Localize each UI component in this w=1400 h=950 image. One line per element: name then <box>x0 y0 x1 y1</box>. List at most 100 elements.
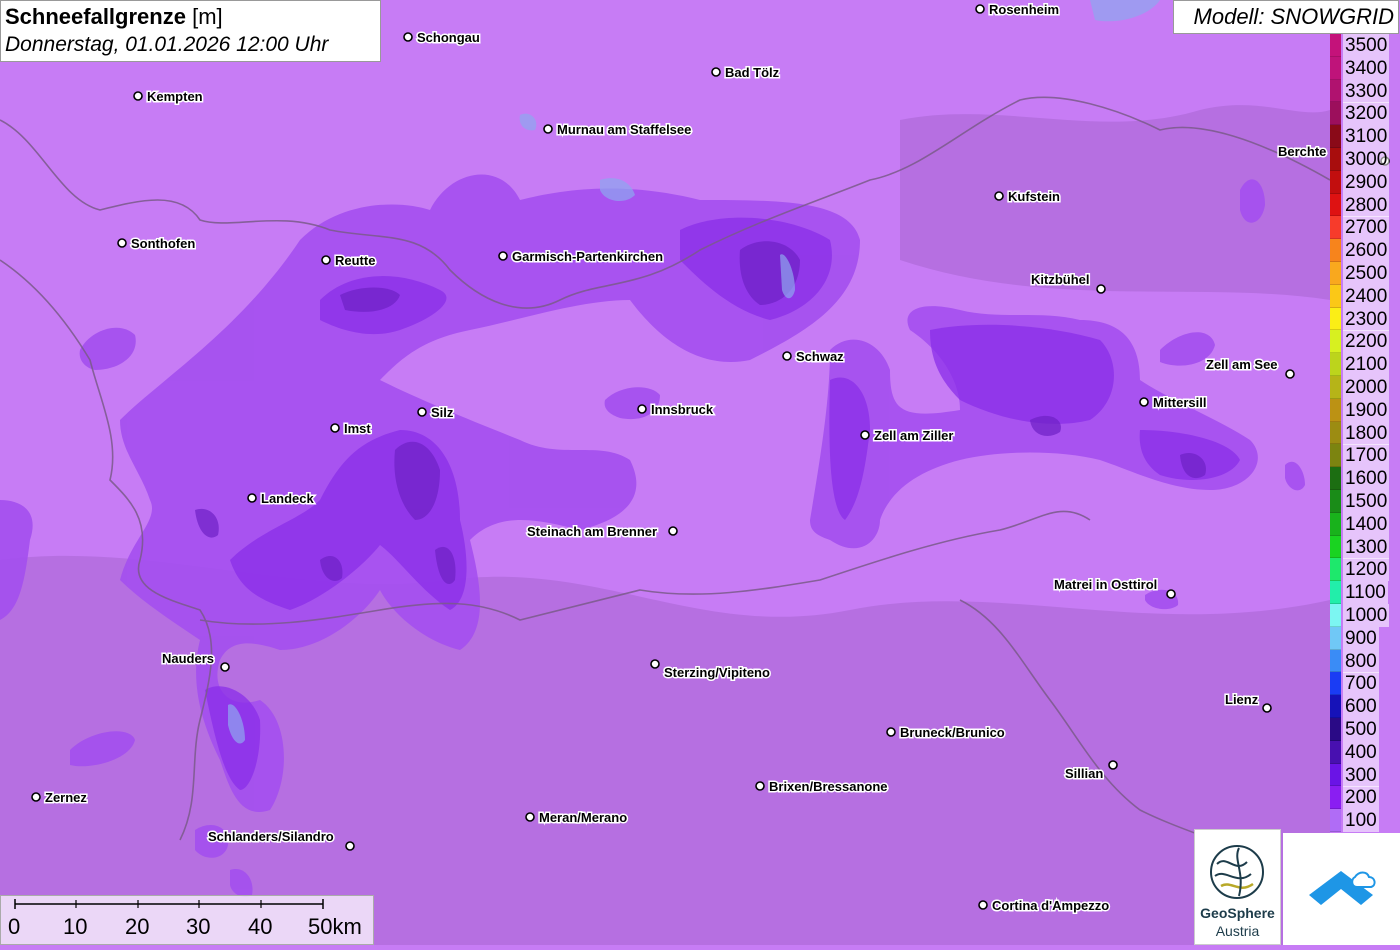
geosphere-emblem-icon <box>1210 845 1264 899</box>
legend-label: 2800 <box>1343 193 1390 217</box>
geosphere-name: GeoSphere <box>1200 905 1275 921</box>
legend-item-1800: 1800 <box>1330 421 1400 445</box>
legend-item-200: 200 <box>1330 786 1400 810</box>
legend-item-1400: 1400 <box>1330 512 1400 536</box>
legend-swatch <box>1330 79 1341 103</box>
legend-item-3100: 3100 <box>1330 125 1400 149</box>
legend-item-3300: 3300 <box>1330 79 1400 103</box>
legend-label: 3500 <box>1343 34 1390 57</box>
svg-text:Schongau: Schongau <box>417 30 480 45</box>
legend-swatch <box>1330 125 1341 148</box>
scale-label-40: 40 <box>248 914 273 939</box>
svg-text:Kitzbühel: Kitzbühel <box>1031 272 1090 287</box>
legend-item-2100: 2100 <box>1330 353 1400 377</box>
city-brixen[interactable]: Brixen/Bressanone <box>755 778 889 796</box>
svg-text:Sillian: Sillian <box>1065 766 1103 781</box>
legend-label: 1300 <box>1343 535 1390 559</box>
snowgrid-logo[interactable] <box>1283 833 1400 945</box>
svg-text:Bad Tölz: Bad Tölz <box>725 65 780 80</box>
legend-swatch <box>1330 763 1341 787</box>
scale-label-30: 30 <box>186 914 211 939</box>
legend-label: 2100 <box>1343 353 1390 377</box>
legend-swatch <box>1330 239 1341 262</box>
map-canvas[interactable]: Schongau Rosenheim Bad Tölz Kempten Murn… <box>0 0 1400 945</box>
legend-swatch <box>1330 307 1341 331</box>
legend-item-1600: 1600 <box>1330 467 1400 491</box>
map-title-box: Schneefallgrenze [m] Donnerstag, 01.01.2… <box>0 0 381 62</box>
svg-text:Kufstein: Kufstein <box>1008 189 1060 204</box>
legend-swatch <box>1330 809 1341 832</box>
legend-swatch <box>1330 626 1341 650</box>
legend-swatch <box>1330 558 1341 582</box>
legend-item-2600: 2600 <box>1330 239 1400 263</box>
legend-swatch <box>1330 398 1341 422</box>
legend-swatch <box>1330 672 1341 696</box>
legend-swatch <box>1330 444 1341 468</box>
city-meran[interactable]: Meran/Merano <box>525 809 629 827</box>
city-zell-am-ziller[interactable]: Zell am Ziller <box>860 427 955 445</box>
legend-item-400: 400 <box>1330 740 1400 764</box>
city-garmisch[interactable]: Garmisch-Partenkirchen <box>498 248 665 266</box>
legend-label: 100 <box>1343 809 1379 833</box>
color-legend: 3500 3400 3300 3200 3100 3000 2900 2800 2700 2600… <box>1330 34 1400 833</box>
city-murnau[interactable]: Murnau am Staffelsee <box>543 121 693 139</box>
snow-roof-icon <box>1309 871 1376 905</box>
legend-item-2900: 2900 <box>1330 170 1400 194</box>
legend-item-1100: 1100 <box>1330 581 1400 605</box>
legend-swatch <box>1330 740 1341 764</box>
legend-label: 200 <box>1343 786 1379 810</box>
legend-item-2700: 2700 <box>1330 216 1400 240</box>
legend-swatch <box>1330 467 1341 490</box>
legend-label: 3100 <box>1343 125 1390 149</box>
svg-text:Kempten: Kempten <box>147 89 203 104</box>
legend-label: 3300 <box>1343 79 1390 103</box>
legend-item-900: 900 <box>1330 626 1400 650</box>
legend-item-500: 500 <box>1330 718 1400 741</box>
svg-text:Zernez: Zernez <box>45 790 87 805</box>
scale-label-10: 10 <box>63 914 88 939</box>
legend-label: 500 <box>1343 718 1379 741</box>
legend-item-2300: 2300 <box>1330 307 1400 331</box>
svg-text:Zell am See: Zell am See <box>1206 357 1278 372</box>
legend-swatch <box>1330 353 1341 376</box>
svg-text:Garmisch-Partenkirchen: Garmisch-Partenkirchen <box>512 249 663 264</box>
svg-text:Reutte: Reutte <box>335 253 375 268</box>
geosphere-logo[interactable]: GeoSphere Austria <box>1194 829 1281 945</box>
svg-text:Zell am Ziller: Zell am Ziller <box>874 428 953 443</box>
city-bruneck[interactable]: Bruneck/Brunico <box>886 724 1006 742</box>
legend-swatch <box>1330 604 1341 627</box>
legend-item-600: 600 <box>1330 695 1400 719</box>
legend-label: 1800 <box>1343 421 1390 445</box>
city-steinach[interactable]: Steinach am Brenner <box>526 523 678 541</box>
city-cortina[interactable]: Cortina d'Ampezzo <box>978 897 1111 915</box>
svg-text:Cortina d'Ampezzo: Cortina d'Ampezzo <box>992 898 1109 913</box>
legend-swatch <box>1330 786 1341 810</box>
svg-text:Sonthofen: Sonthofen <box>131 236 195 251</box>
legend-label: 1200 <box>1343 558 1390 582</box>
legend-item-700: 700 <box>1330 672 1400 696</box>
legend-label: 1500 <box>1343 490 1390 513</box>
legend-item-1700: 1700 <box>1330 444 1400 468</box>
svg-text:Murnau am Staffelsee: Murnau am Staffelsee <box>557 122 691 137</box>
legend-swatch <box>1330 490 1341 513</box>
legend-swatch <box>1330 421 1341 445</box>
svg-text:Mittersill: Mittersill <box>1153 395 1206 410</box>
legend-label: 2900 <box>1343 170 1390 194</box>
legend-item-2500: 2500 <box>1330 262 1400 285</box>
legend-label: 2300 <box>1343 307 1390 331</box>
legend-label: 700 <box>1343 672 1379 696</box>
legend-swatch <box>1330 216 1341 240</box>
legend-label: 800 <box>1343 649 1379 673</box>
legend-item-1500: 1500 <box>1330 490 1400 513</box>
map-title-text: Schneefallgrenze <box>5 4 186 29</box>
legend-swatch <box>1330 535 1341 559</box>
legend-label: 600 <box>1343 695 1379 719</box>
city-rosenheim[interactable]: Rosenheim <box>975 1 1061 19</box>
svg-text:Steinach am Brenner: Steinach am Brenner <box>527 524 657 539</box>
svg-text:Silz: Silz <box>431 405 454 420</box>
legend-item-1200: 1200 <box>1330 558 1400 582</box>
legend-swatch <box>1330 34 1341 57</box>
legend-item-1300: 1300 <box>1330 535 1400 559</box>
legend-swatch <box>1330 512 1341 536</box>
legend-item-2200: 2200 <box>1330 330 1400 354</box>
